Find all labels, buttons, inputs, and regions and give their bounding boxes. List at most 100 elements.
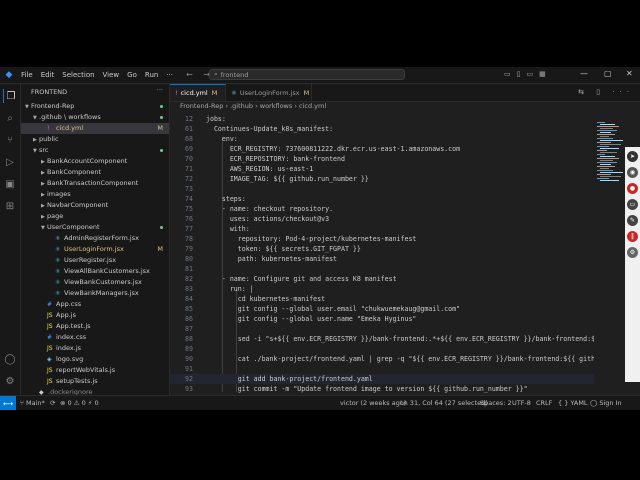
code-line[interactable]: 86 git config --global user.name "Emeka … [170,314,594,324]
run-debug-icon[interactable]: ▷ [3,155,17,169]
code-line[interactable]: 89 [170,344,594,354]
tree-file[interactable]: ⚛ ViewBankCustomers.jsx [21,277,169,288]
remote-indicator-icon[interactable]: ⟷ [0,396,16,410]
extensions-icon[interactable]: ⊞ [3,199,17,213]
tree-file[interactable]: ⚛ ViewBankManagers.jsx [21,288,169,299]
tree-file[interactable]: ⚛ UserLoginForm.jsx M [21,244,169,255]
tree-folder[interactable]: ▶ BankTransactionComponent [21,178,169,189]
pause-icon[interactable]: ‖ [627,231,638,242]
tab-userloginform-jsx[interactable]: ⚛ UserLoginForm.jsx M [226,84,312,101]
tree-file[interactable]: ⚛ AdminRegisterForm.jsx [21,233,169,244]
code-line[interactable]: 80 path: kubernetes-manifest [170,254,594,264]
maximize-button[interactable]: ▢ [604,69,612,78]
code-line[interactable]: 68 env: [170,134,594,144]
camera-icon[interactable]: ◉ [627,167,638,178]
tree-file[interactable]: ◈ logo.svg [21,354,169,365]
code-line[interactable]: 92 git add bank-project/frontend.yaml [170,374,594,384]
source-control-icon[interactable]: ⑂ [3,133,17,147]
code-line[interactable]: 87 [170,324,594,334]
tree-folder[interactable]: ▶ images [21,189,169,200]
breadcrumb[interactable]: Frontend-Rep › .github › workflows › cic… [180,102,326,110]
menu-view[interactable]: View [103,71,120,79]
git-blame[interactable]: victor (2 weeks ago) [340,399,406,407]
tree-folder[interactable]: ▼ src [21,145,169,156]
indentation[interactable]: Spaces: 2 [480,399,512,407]
tree-file[interactable]: JS App.test.js [21,321,169,332]
tree-folder[interactable]: ▶ page [21,211,169,222]
code-line[interactable]: 78 repository: Pod-4-project/kubernetes-… [170,234,594,244]
tree-file[interactable]: # App.css [21,299,169,310]
code-line[interactable]: 76 uses: actions/checkout@v3 [170,214,594,224]
code-line[interactable]: 82 - name: Configure git and access K8 m… [170,274,594,284]
explorer-more-button[interactable]: ··· [157,86,163,94]
code-line[interactable]: 88 sed -i "s+${{ env.ECR_REGISTRY }}/ban… [170,334,594,344]
tree-folder[interactable]: ▼ Frontend-Rep [21,101,169,112]
code-line[interactable]: 12 jobs: [170,114,594,124]
code-line[interactable]: 85 git config --global user.email "chukw… [170,304,594,314]
layout-toggle-icons[interactable]: ▭▯▭▦ [504,70,552,78]
code-line[interactable]: 93 git commit -m "Update frontend image … [170,384,594,394]
menu-more[interactable]: ··· [166,71,173,79]
code-line[interactable]: 70 ECR_REPOSITORY: bank-frontend [170,154,594,164]
code-editor[interactable]: 12 jobs: 61 Continues-Update_k8s_manifest:… [170,112,594,395]
tree-folder[interactable]: ▼ .github \ workflows [21,112,169,123]
tab-cicd-yml[interactable]: ! cicd.yml M [170,84,226,101]
encoding[interactable]: UTF-8 [512,399,531,407]
record-icon[interactable]: ● [627,183,638,194]
code-line[interactable]: 74 steps: [170,194,594,204]
tree-file[interactable]: # index.css [21,332,169,343]
tree-file[interactable]: JS reportWebVitals.js [21,365,169,376]
code-line[interactable]: 79 token: ${{ secrets.GIT_FGPAT }} [170,244,594,254]
line-ending[interactable]: CRLF [536,399,552,407]
code-line[interactable]: 77 with: [170,224,594,234]
account-icon[interactable]: ◯ [3,352,17,366]
pointer-icon[interactable]: ➤ [627,151,638,162]
code-line[interactable]: 73 [170,184,594,194]
tree-file[interactable]: ⚛ ViewAllBankCustomers.jsx [21,266,169,277]
code-line[interactable]: 75 - name: checkout repository. [170,204,594,214]
search-icon[interactable]: ⌕ [3,111,17,125]
tree-file[interactable]: JS App.js [21,310,169,321]
code-line[interactable]: 84 cd kubernetes-manifest [170,294,594,304]
tree-file[interactable]: JS setupTests.js [21,376,169,387]
settings-gear-icon[interactable]: ⚙ [3,374,17,388]
tree-file[interactable]: ⚛ UserRegister.jsx [21,255,169,266]
sync-icon[interactable]: ⟳ [50,399,55,407]
menu-file[interactable]: File [21,71,33,79]
code-line[interactable]: 83 run: | [170,284,594,294]
tree-folder[interactable]: ▶ BankAccountComponent [21,156,169,167]
tree-file[interactable]: JS index.js [21,343,169,354]
code-line[interactable]: 72 IMAGE_TAG: ${{ github.run_number }} [170,174,594,184]
problems-indicator[interactable]: ⊗ 0 ⚠ 0 ⚡ 0 [60,399,99,407]
code-line[interactable]: 71 AWS_REGION: us-east-1 [170,164,594,174]
code-line[interactable]: 69 ECR_REGISTRY: 737600811222.dkr.ecr.us… [170,144,594,154]
menu-go[interactable]: Go [127,71,137,79]
command-center-search[interactable]: ⌕ frontend [209,69,405,80]
code-line[interactable]: 91 [170,364,594,374]
menu-edit[interactable]: Edit [41,71,55,79]
close-button[interactable]: ✕ [626,69,633,78]
code-line[interactable]: 90 cat ./bank-project/frontend.yaml | gr… [170,354,594,364]
docker-icon[interactable]: ▣ [3,177,17,191]
settings-icon[interactable]: ⚙ [627,247,638,258]
sign-in[interactable]: ◯ Sign In [590,399,622,407]
minimize-button[interactable]: — [580,69,588,78]
menu-selection[interactable]: Selection [62,71,94,79]
pen-icon[interactable]: ✎ [627,215,638,226]
tree-folder[interactable]: ▼ UserComponent [21,222,169,233]
branch-indicator[interactable]: ⑂ Main* [20,399,45,407]
cursor-position[interactable]: Ln 31, Col 64 (27 selected) [400,399,488,407]
changes-dot-icon [160,116,163,119]
editor-actions[interactable]: ⇆ ▯ ··· [578,88,634,96]
minimap[interactable] [597,112,627,395]
tree-folder[interactable]: ▶ BankComponent [21,167,169,178]
screen-icon[interactable]: ▭ [627,199,638,210]
code-line[interactable]: 61 Continues-Update_k8s_manifest: [170,124,594,134]
tree-folder[interactable]: ▶ NavbarComponent [21,200,169,211]
language-mode[interactable]: { } YAML [558,399,588,407]
explorer-icon[interactable]: ❐ [3,89,18,103]
tree-file[interactable]: ! cicd.yml M [21,123,169,134]
code-line[interactable]: 81 [170,264,594,274]
tree-folder[interactable]: ▶ public [21,134,169,145]
menu-run[interactable]: Run [145,71,158,79]
